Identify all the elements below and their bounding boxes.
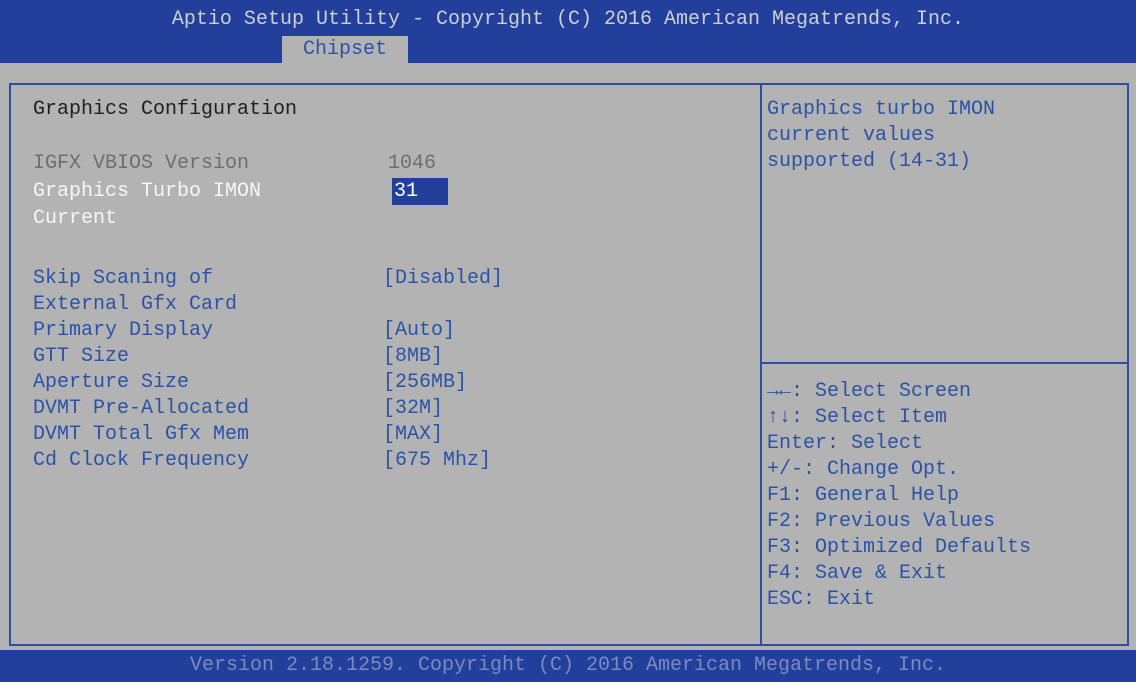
key-hint-previous-values: F2: Previous Values [767, 510, 996, 533]
setting-value-primary-display[interactable]: [Auto] [383, 319, 455, 342]
key-hint-change-opt: +/-: Change Opt. [767, 458, 960, 481]
setting-label-dvmt-total-gfx-mem[interactable]: DVMT Total Gfx Mem [33, 423, 249, 446]
setting-value-dvmt-total-gfx-mem[interactable]: [MAX] [383, 423, 443, 446]
setting-value-dvmt-pre-allocated[interactable]: [32M] [383, 397, 443, 420]
key-hint-general-help: F1: General Help [767, 484, 960, 507]
setting-label-dvmt-pre-allocated[interactable]: DVMT Pre-Allocated [33, 397, 249, 420]
setting-label-aperture-size[interactable]: Aperture Size [33, 371, 189, 394]
setting-value-gtt-size[interactable]: [8MB] [383, 345, 443, 368]
setting-label-skip-scaning-line2[interactable]: External Gfx Card [33, 293, 237, 316]
status-bar: Version 2.18.1259. Copyright (C) 2016 Am… [0, 650, 1136, 682]
setting-label-skip-scaning[interactable]: Skip Scaning of [33, 267, 213, 290]
info-label-igfx-vbios-version: IGFX VBIOS Version [33, 152, 250, 175]
setting-label-graphics-turbo-imon-current-line2[interactable]: Current [33, 207, 117, 230]
help-panel: Graphics turbo IMON current values suppo… [762, 83, 1129, 646]
setting-value-skip-scaning[interactable]: [Disabled] [383, 267, 503, 290]
help-description-line: supported (14-31) [767, 150, 972, 173]
key-hint-optimized-defaults: F3: Optimized Defaults [767, 536, 1032, 559]
info-value-igfx-vbios-version: 1046 [388, 152, 437, 175]
main-panel: Graphics Configuration IGFX VBIOS Versio… [9, 83, 762, 646]
key-hint-enter-select: Enter: Select [767, 432, 924, 455]
setting-label-primary-display[interactable]: Primary Display [33, 319, 213, 342]
app-title: Aptio Setup Utility - Copyright (C) 2016… [171, 8, 965, 31]
key-hint-select-item: ↑↓: Select Item [767, 406, 948, 429]
setting-label-cd-clock-frequency[interactable]: Cd Clock Frequency [33, 449, 249, 472]
title-bar: Aptio Setup Utility - Copyright (C) 2016… [0, 0, 1136, 63]
key-hint-esc-exit: ESC: Exit [767, 588, 876, 611]
setting-label-gtt-size[interactable]: GTT Size [33, 345, 129, 368]
key-hint-save-exit: F4: Save & Exit [767, 562, 948, 585]
help-description-line: current values [767, 124, 936, 147]
help-description-line: Graphics turbo IMON [767, 98, 996, 121]
setting-value-aperture-size[interactable]: [256MB] [383, 371, 467, 394]
help-divider [762, 362, 1127, 364]
key-hint-select-screen: →←: Select Screen [767, 380, 972, 403]
tab-chipset[interactable]: Chipset [282, 36, 408, 63]
setting-label-graphics-turbo-imon-current[interactable]: Graphics Turbo IMON [33, 180, 261, 203]
page-title: Graphics Configuration [33, 98, 298, 121]
version-text: Version 2.18.1259. Copyright (C) 2016 Am… [189, 654, 947, 677]
setting-value-graphics-turbo-imon-current[interactable]: 31 [392, 178, 448, 205]
setup-screen: Graphics Configuration IGFX VBIOS Versio… [0, 63, 1136, 650]
setting-value-cd-clock-frequency[interactable]: [675 Mhz] [383, 449, 491, 472]
